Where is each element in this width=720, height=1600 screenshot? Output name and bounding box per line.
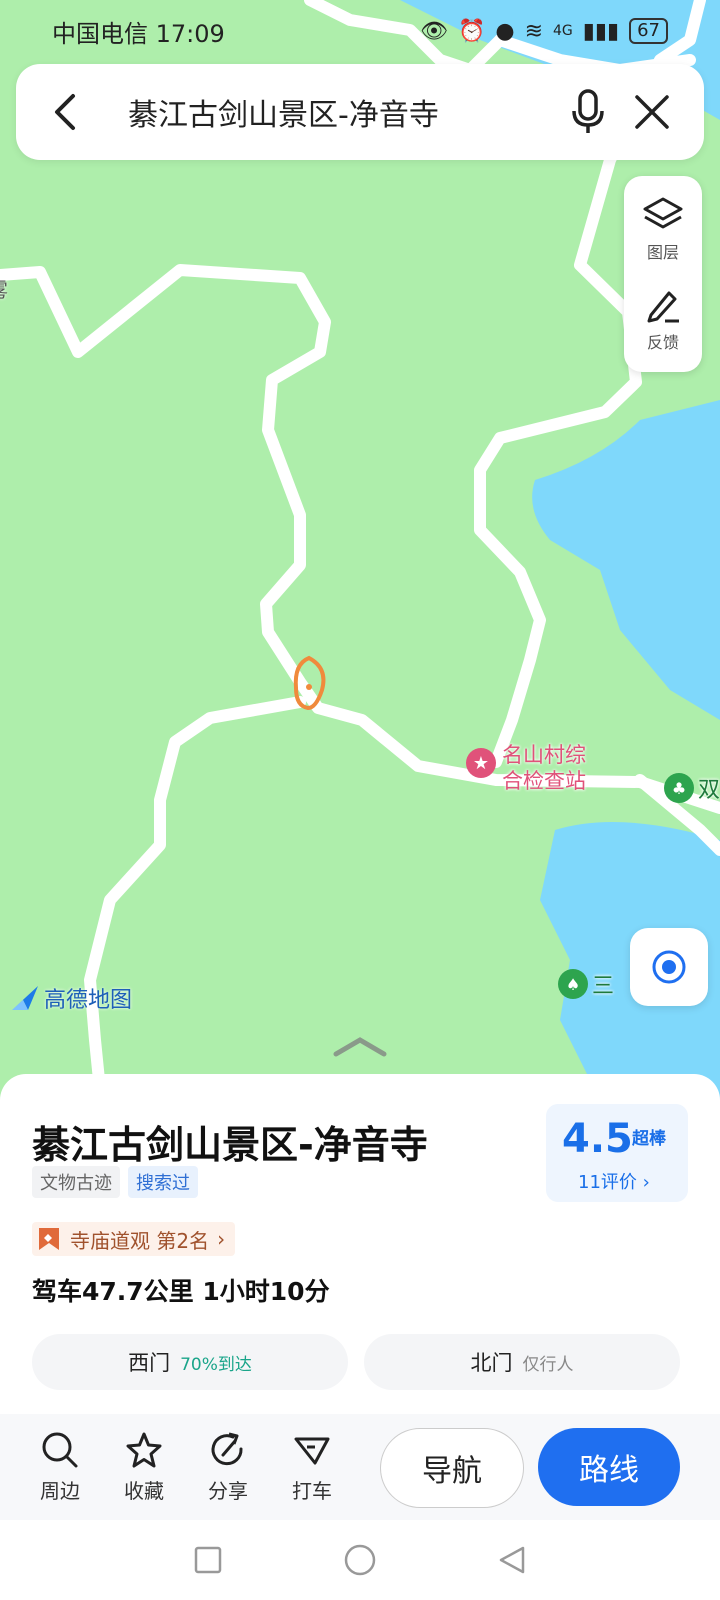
recent-apps-icon[interactable] [193, 1545, 223, 1575]
back-triangle-icon[interactable] [497, 1545, 527, 1575]
review-count: 11评价 › [578, 1172, 650, 1193]
rating-word: 超棒 [632, 1129, 666, 1149]
edit-pencil-icon [647, 291, 679, 323]
amap-logo-text: 高德地图 [44, 988, 133, 1013]
search-query[interactable]: 綦江古剑山景区-净音寺 [92, 90, 556, 134]
battery-indicator: 67 [629, 18, 668, 44]
feedback-label: 反馈 [646, 333, 679, 352]
search-icon [42, 1432, 78, 1467]
share-button[interactable]: 分享 [186, 1431, 270, 1504]
status-bar: 中国电信 17:09 👁 ⏰ ● ≋ 4G ▮▮▮ 67 [0, 0, 720, 62]
rating-card[interactable]: 4.5 超棒 11评价 › [546, 1104, 688, 1202]
location-pin-icon: ● [495, 18, 515, 44]
layers-label: 图层 [646, 243, 679, 262]
place-detail-sheet: 綦江古剑山景区-净音寺 文物古迹 搜索过 4.5 超棒 11评价 › 寺庙道观 … [0, 1074, 720, 1414]
amap-logo: 高德地图 [10, 982, 132, 1014]
sheet-expand-handle[interactable] [332, 1036, 388, 1062]
locate-me-button[interactable] [630, 928, 708, 1006]
back-button[interactable] [36, 84, 92, 140]
clear-search-button[interactable] [620, 80, 684, 144]
favorite-button[interactable]: 收藏 [102, 1431, 186, 1504]
action-bar: 周边 收藏 分享 打车 导航 路线 [0, 1414, 720, 1520]
taxi-button[interactable]: 打车 [270, 1431, 354, 1504]
share-label: 分享 [208, 1478, 248, 1503]
route-button[interactable]: 路线 [538, 1428, 680, 1506]
amap-logo-icon [12, 986, 38, 1010]
gate-north-name: 北门 [470, 1351, 513, 1375]
poi-checkpoint-line-1: 名山村综 [502, 743, 586, 767]
rating-score: 4.5 [562, 1116, 633, 1162]
gate-west[interactable]: 西门 70%到达 [32, 1334, 348, 1390]
drive-distance-time: 驾车47.7公里 1小时10分 [32, 1277, 330, 1306]
place-title: 綦江古剑山景区-净音寺 [32, 1123, 428, 1167]
gate-north[interactable]: 北门 仅行人 [364, 1334, 680, 1390]
gate-west-note: 70%到达 [180, 1354, 252, 1375]
favorite-label: 收藏 [124, 1478, 164, 1503]
system-nav-bar [0, 1520, 720, 1600]
map-canvas[interactable] [0, 0, 720, 1100]
navigate-button[interactable]: 导航 [380, 1428, 524, 1508]
feedback-button[interactable]: 反馈 [643, 285, 683, 353]
star-icon [126, 1432, 162, 1467]
rank-flag-icon [39, 1228, 59, 1250]
chevron-up-icon [333, 1037, 387, 1057]
poi-right-edge-label: 双 [698, 778, 720, 803]
map-view[interactable] [0, 0, 720, 1100]
voice-search-button[interactable] [556, 80, 620, 144]
left-edge-label: 雾 [0, 274, 8, 303]
home-icon[interactable] [343, 1543, 377, 1577]
map-tool-panel: 图层 反馈 [624, 176, 702, 372]
share-icon [211, 1432, 243, 1465]
layers-button[interactable]: 图层 [641, 195, 685, 263]
taxi-icon [294, 1437, 330, 1464]
close-icon [635, 95, 669, 129]
locate-target-icon [652, 950, 686, 984]
nearby-label: 周边 [40, 1478, 80, 1503]
chevron-right-icon: › [642, 1172, 650, 1193]
network-label: 4G [553, 23, 573, 39]
poi-tree-icon: ♣ [664, 773, 694, 803]
place-tags: 文物古迹 搜索过 [32, 1166, 198, 1198]
microphone-icon [572, 89, 604, 133]
poi-park-icon: ♠ [558, 969, 588, 999]
searched-tag: 搜索过 [128, 1166, 198, 1198]
poi-checkpoint[interactable]: ★ 名山村综 合检查站 [466, 742, 586, 794]
poi-bottom[interactable]: ♠ 三 [558, 968, 614, 1000]
carrier: 中国电信 [52, 19, 148, 48]
clock: 17:09 [155, 19, 225, 48]
wifi-icon: ≋ [524, 18, 543, 44]
alarm-icon: ⏰ [457, 18, 486, 44]
gate-west-name: 西门 [128, 1351, 171, 1375]
layers-icon [643, 197, 683, 229]
taxi-label: 打车 [292, 1478, 332, 1503]
chevron-right-icon: › [217, 1227, 226, 1251]
eye-icon: 👁 [420, 18, 448, 44]
rank-text: 寺庙道观 第2名 [70, 1228, 210, 1253]
nearby-button[interactable]: 周边 [18, 1431, 102, 1504]
chevron-left-icon [55, 94, 75, 130]
search-bar[interactable]: 綦江古剑山景区-净音寺 [16, 64, 704, 160]
poi-bottom-label: 三 [592, 974, 615, 999]
category-tag: 文物古迹 [32, 1166, 120, 1198]
rank-badge[interactable]: 寺庙道观 第2名 › [32, 1222, 236, 1256]
gate-north-note: 仅行人 [522, 1354, 574, 1375]
signal-icon: ▮▮▮ [582, 18, 620, 44]
poi-star-icon: ★ [466, 748, 496, 778]
poi-right-edge[interactable]: ♣ 双 [664, 772, 720, 804]
poi-checkpoint-line-2: 合检查站 [502, 769, 586, 793]
